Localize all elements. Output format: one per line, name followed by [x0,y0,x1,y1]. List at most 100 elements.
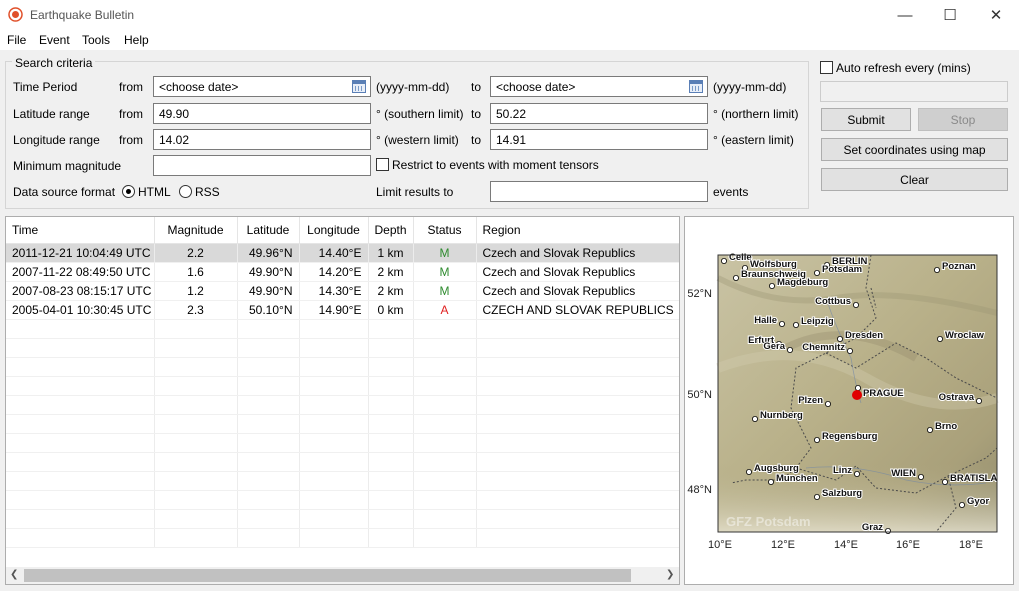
empty-cell [476,395,679,415]
submit-button[interactable]: Submit [821,108,911,131]
lon-tick-label: 14°E [834,539,858,551]
city-marker [793,322,800,329]
lon-east-note: ° (eastern limit) [713,133,794,147]
calendar-icon[interactable] [689,80,703,93]
empty-cell [154,414,238,434]
stop-button[interactable]: Stop [918,108,1008,131]
table-row-empty [6,357,679,377]
epicenter-marker[interactable] [852,390,862,400]
city-label: Brno [935,421,957,432]
empty-cell [237,490,300,510]
cell-magnitude: 2.3 [154,300,238,320]
empty-cell [413,414,477,434]
column-header-magnitude[interactable]: Magnitude [154,217,238,244]
empty-cell [299,319,369,339]
minimize-icon[interactable]: — [882,0,928,30]
empty-cell [237,338,300,358]
scrollbar-thumb[interactable] [24,569,631,582]
map-view[interactable]: CelleWolfsburgBraunschweigBERLINPotsdam P… [686,218,1012,582]
moment-tensor-checkbox[interactable] [376,158,389,171]
empty-cell [237,471,300,491]
table-row[interactable]: 2011-12-21 10:04:49 UTC 2.2 49.96°N 14.40°E… [6,243,679,263]
table-row[interactable]: 2005-04-01 10:30:45 UTC 2.3 50.10°N 14.90°E… [6,300,679,320]
cell-longitude: 14.40°E [299,243,369,263]
date-from-field[interactable]: <choose date> [153,76,371,97]
empty-cell [237,357,300,377]
city-marker [958,501,965,508]
city-label: Chemnitz [802,342,845,353]
column-header-longitude[interactable]: Longitude [299,217,369,244]
clear-button[interactable]: Clear [821,168,1008,191]
lat-from-field[interactable]: 49.90 [153,103,371,124]
cell-time: 2007-08-23 08:15:17 UTC [6,281,155,301]
empty-cell [6,319,155,339]
empty-cell [368,376,414,396]
empty-cell [299,357,369,377]
cell-time: 2011-12-21 10:04:49 UTC [6,243,155,263]
column-header-depth[interactable]: Depth [368,217,414,244]
city-marker [836,336,843,343]
empty-cell [237,509,300,529]
empty-cell [237,376,300,396]
menu-bar [0,30,1019,50]
format-html-radio[interactable] [122,185,135,198]
column-header-status[interactable]: Status [413,217,477,244]
table-row-empty [6,414,679,434]
empty-cell [476,509,679,529]
city-marker [853,470,860,477]
empty-cell [237,319,300,339]
empty-cell [6,490,155,510]
format-html-label: HTML [138,185,171,199]
city-label: Poznan [942,261,976,272]
lat-to-field[interactable]: 50.22 [490,103,708,124]
city-label: Celle [729,252,752,263]
cell-region: CZECH AND SLOVAK REPUBLICS [476,300,679,320]
lon-to-field[interactable]: 14.91 [490,129,708,150]
city-label: WIEN [891,468,916,479]
empty-cell [368,471,414,491]
empty-cell [154,528,238,548]
menu-file[interactable]: File [7,33,26,47]
city-marker [787,346,794,353]
city-marker [813,493,820,500]
empty-cell [154,433,238,453]
format-rss-radio[interactable] [179,185,192,198]
cell-depth: 2 km [368,262,414,282]
lon-tick-label: 18°E [959,539,983,551]
menu-help[interactable]: Help [124,33,149,47]
city-label: Leipzig [801,316,834,327]
menu-tools[interactable]: Tools [82,33,110,47]
column-header-latitude[interactable]: Latitude [237,217,300,244]
table-row[interactable]: 2007-11-22 08:49:50 UTC 1.6 49.90°N 14.20°E… [6,262,679,282]
table-row-empty [6,490,679,510]
date-to-field[interactable]: <choose date> [490,76,708,97]
scroll-left-icon[interactable]: ❮ [10,569,18,580]
set-coordinates-button[interactable]: Set coordinates using map [821,138,1008,161]
empty-cell [476,319,679,339]
cell-region: Czech and Slovak Republics [476,262,679,282]
city-label: Magdeburg [777,277,828,288]
cell-depth: 1 km [368,243,414,263]
table-row[interactable]: 2007-08-23 08:15:17 UTC 1.2 49.90°N 14.30°E… [6,281,679,301]
empty-cell [368,338,414,358]
date-from-value: <choose date> [159,80,239,94]
empty-cell [476,528,679,548]
lon-from-field[interactable]: 14.02 [153,129,371,150]
scroll-right-icon[interactable]: ❯ [666,569,674,580]
cell-latitude: 49.90°N [237,281,300,301]
close-icon[interactable]: ✕ [973,0,1019,30]
column-header-time[interactable]: Time [6,217,155,244]
empty-cell [413,490,477,510]
time-from-label: from [119,80,143,94]
column-header-region[interactable]: Region [476,217,679,244]
calendar-icon[interactable] [352,80,366,93]
min-magnitude-field[interactable] [153,155,371,176]
menu-event[interactable]: Event [39,33,70,47]
city-label: Salzburg [822,488,862,499]
limit-results-field[interactable] [490,181,708,202]
auto-refresh-checkbox[interactable] [820,61,833,74]
data-source-format-label: Data source format [13,185,116,199]
maximize-icon[interactable]: ☐ [927,0,973,30]
empty-cell [413,357,477,377]
auto-refresh-field[interactable] [820,81,1008,102]
